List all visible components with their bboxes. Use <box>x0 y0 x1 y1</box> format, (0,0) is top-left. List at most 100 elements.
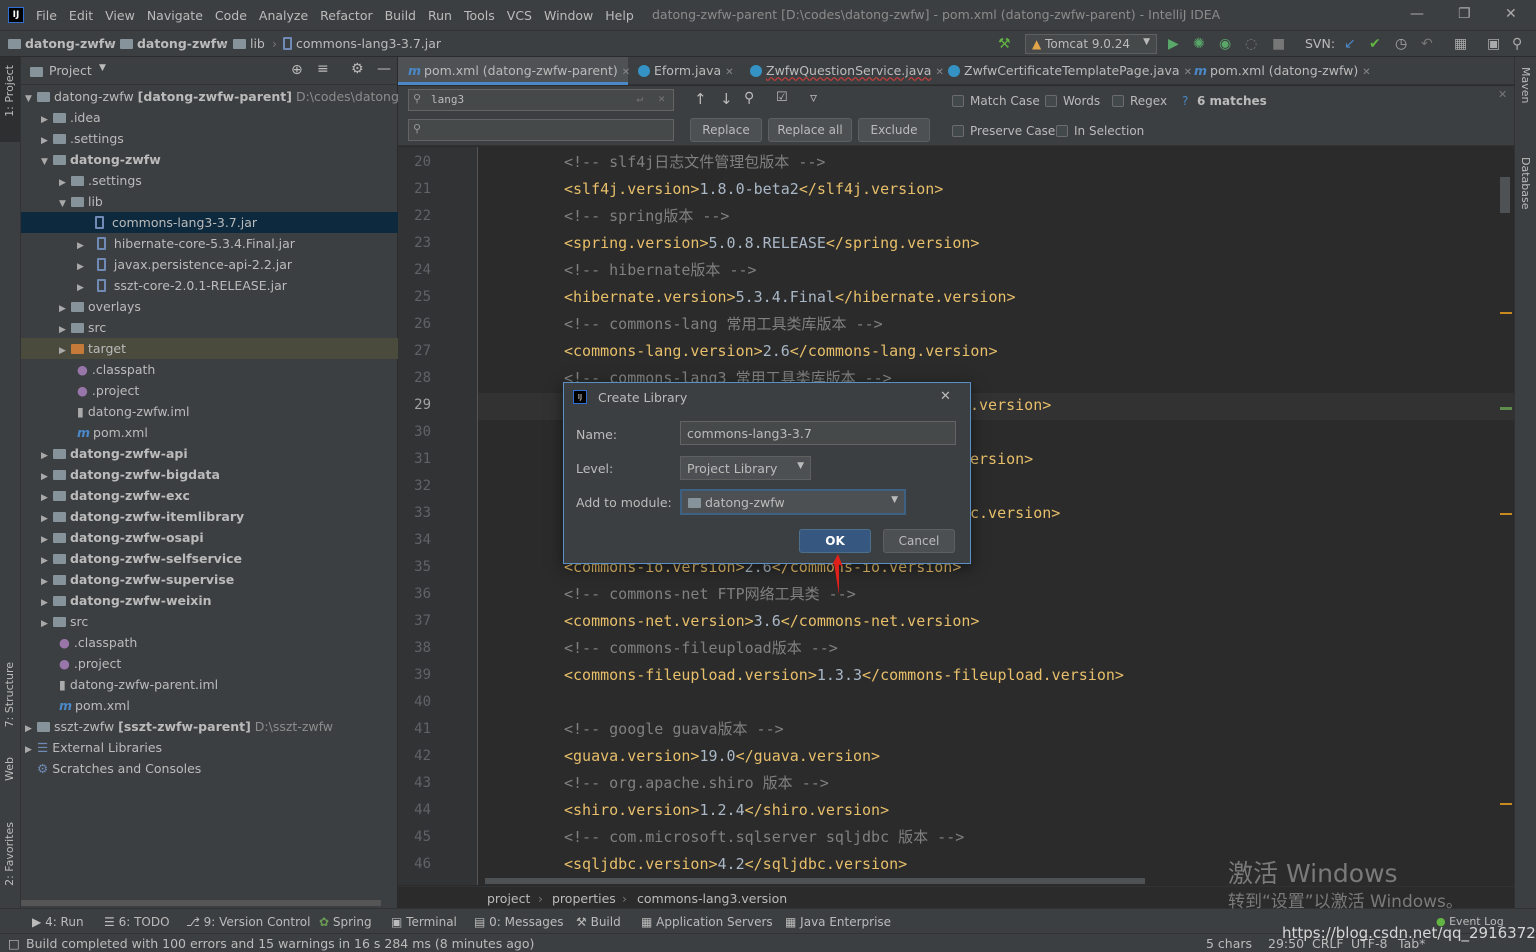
close-window-icon[interactable]: ✕ <box>1505 6 1517 22</box>
change-marker[interactable] <box>1500 407 1512 410</box>
close-tab-icon[interactable]: ✕ <box>1184 67 1192 78</box>
tree-row-hibernate-jar[interactable]: ▶ hibernate-core-5.3.4.Final.jar <box>21 233 398 254</box>
tab-question-service[interactable]: ZwfwQuestionService.java ✕ <box>748 57 944 85</box>
cancel-button[interactable]: Cancel <box>883 529 955 553</box>
tree-row-target[interactable]: ▶ target <box>21 338 398 359</box>
minimize-icon[interactable]: — <box>1410 6 1424 22</box>
tool-tab-maven[interactable]: Maven <box>1519 67 1532 103</box>
vertical-scrollbar[interactable] <box>1500 177 1510 213</box>
close-tab-icon[interactable]: ✕ <box>1362 67 1370 78</box>
tool-run[interactable]: ▶ 4: Run <box>32 915 84 929</box>
nav-crumb-jar[interactable]: commons-lang3-3.7.jar <box>283 36 441 51</box>
tool-version-control[interactable]: ⎇ 9: Version Control <box>186 915 310 929</box>
next-occurrence-icon[interactable]: ↓ <box>720 90 733 108</box>
tree-row-supervise[interactable]: ▶ datong-zwfw-supervise <box>21 569 398 590</box>
dialog-titlebar[interactable]: IJ Create Library ✕ <box>564 383 970 413</box>
match-marker[interactable] <box>1500 312 1512 314</box>
menu-navigate[interactable]: Navigate <box>147 8 203 23</box>
library-name-input[interactable]: commons-lang3-3.7 <box>680 421 956 445</box>
profile-icon[interactable]: ◌ <box>1245 36 1257 52</box>
line-number[interactable]: 38 <box>398 640 431 656</box>
build-hammer-icon[interactable]: ⚒ <box>998 36 1011 52</box>
line-number[interactable]: 41 <box>398 721 431 737</box>
tab-pom-module[interactable]: m pom.xml (datong-zwfw) ✕ <box>1192 57 1371 85</box>
svn-commit-icon[interactable]: ✔ <box>1369 36 1381 52</box>
close-tab-icon[interactable]: ✕ <box>935 67 943 78</box>
match-marker[interactable] <box>1500 513 1512 515</box>
tree-row-osapi[interactable]: ▶ datong-zwfw-osapi <box>21 527 398 548</box>
run-configuration-select[interactable]: ▲ Tomcat 9.0.24 ▼ <box>1025 34 1157 54</box>
tree-row-root-classpath[interactable]: ● .classpath <box>21 632 398 653</box>
history-icon[interactable]: ◷ <box>1395 36 1407 52</box>
close-tab-icon[interactable]: ✕ <box>725 67 733 78</box>
tree-row-selfservice[interactable]: ▶ datong-zwfw-selfservice <box>21 548 398 569</box>
tab-eform[interactable]: Eform.java ✕ <box>636 57 734 85</box>
tree-row-root-iml[interactable]: ▮ datong-zwfw-parent.iml <box>21 674 398 695</box>
tree-row-exc[interactable]: ▶ datong-zwfw-exc <box>21 485 398 506</box>
tool-tab-structure[interactable]: 7: Structure <box>3 662 16 727</box>
project-structure-icon[interactable]: ▦ <box>1454 36 1467 52</box>
crumb-property[interactable]: commons-lang3.version <box>637 891 787 906</box>
line-number[interactable]: 22 <box>398 208 431 224</box>
tree-row-iml[interactable]: ▮ datong-zwfw.iml <box>21 401 398 422</box>
line-number[interactable]: 35 <box>398 559 431 575</box>
nav-crumb-module[interactable]: datong-zwfw <box>120 36 228 51</box>
tree-row-bigdata[interactable]: ▶ datong-zwfw-bigdata <box>21 464 398 485</box>
tree-row-javax-persistence-jar[interactable]: ▶ javax.persistence-api-2.2.jar <box>21 254 398 275</box>
match-case-checkbox[interactable]: Match Case <box>952 94 1040 108</box>
tree-row-root-pom[interactable]: m pom.xml <box>21 695 398 716</box>
chevron-down-icon[interactable]: ▼ <box>99 63 106 73</box>
line-number[interactable]: 40 <box>398 694 431 710</box>
line-number[interactable]: 42 <box>398 748 431 764</box>
preserve-case-checkbox[interactable]: Preserve Case <box>952 124 1055 138</box>
horizontal-scrollbar[interactable] <box>21 900 381 906</box>
locate-icon[interactable]: ⊕ <box>291 62 303 78</box>
tree-row-api[interactable]: ▶ datong-zwfw-api <box>21 443 398 464</box>
stop-icon[interactable]: ■ <box>1272 36 1285 52</box>
line-number[interactable]: 23 <box>398 235 431 251</box>
close-tab-icon[interactable]: ✕ <box>622 67 630 78</box>
tree-row-overlays[interactable]: ▶ overlays <box>21 296 398 317</box>
tool-tab-database[interactable]: Database <box>1519 157 1532 210</box>
line-number[interactable]: 21 <box>398 181 431 197</box>
tree-row-classpath[interactable]: ● .classpath <box>21 359 398 380</box>
previous-occurrence-icon[interactable]: ↑ <box>694 90 707 108</box>
line-number[interactable]: 39 <box>398 667 431 683</box>
tree-row-settings-2[interactable]: ▶ .settings <box>21 170 398 191</box>
in-selection-checkbox[interactable]: In Selection <box>1056 124 1144 138</box>
tab-pom-parent[interactable]: m pom.xml (datong-zwfw-parent) ✕ <box>398 57 630 85</box>
find-all-icon[interactable]: ⚲ <box>744 90 754 106</box>
menu-help[interactable]: Help <box>605 8 634 23</box>
tree-row-weixin[interactable]: ▶ datong-zwfw-weixin <box>21 590 398 611</box>
tree-row-project-file[interactable]: ● .project <box>21 380 398 401</box>
tree-row-lib[interactable]: ▼ lib <box>21 191 398 212</box>
filter-icon[interactable]: ▿ <box>810 90 817 106</box>
tool-tab-web[interactable]: Web <box>3 757 16 781</box>
tree-row-scratches[interactable]: ⚙ Scratches and Consoles <box>21 758 398 779</box>
menu-tools[interactable]: Tools <box>464 8 495 23</box>
hide-icon[interactable]: — <box>377 61 391 77</box>
search-everywhere-icon[interactable]: ⚲ <box>1512 36 1522 52</box>
maximize-icon[interactable]: ❐ <box>1458 6 1471 22</box>
status-message[interactable]: Build completed with 100 errors and 15 w… <box>26 936 534 951</box>
tool-tab-favorites[interactable]: 2: Favorites <box>3 822 16 886</box>
line-number[interactable]: 28 <box>398 370 431 386</box>
menu-run[interactable]: Run <box>428 8 452 23</box>
crumb-project[interactable]: project <box>487 891 530 906</box>
exclude-button[interactable]: Exclude <box>858 118 930 142</box>
tool-application-servers[interactable]: ▦ Application Servers <box>641 915 773 929</box>
menu-refactor[interactable]: Refactor <box>320 8 372 23</box>
revert-icon[interactable]: ↶ <box>1421 36 1433 52</box>
tool-tab-project[interactable]: 1: Project <box>3 65 16 117</box>
menu-analyze[interactable]: Analyze <box>259 8 308 23</box>
line-number[interactable]: 43 <box>398 775 431 791</box>
line-number[interactable]: 25 <box>398 289 431 305</box>
run-icon[interactable]: ▶ <box>1168 36 1179 52</box>
line-number[interactable]: 46 <box>398 856 431 872</box>
line-number[interactable]: 45 <box>398 829 431 845</box>
line-number[interactable]: 31 <box>398 451 431 467</box>
collapse-all-icon[interactable]: ≡ <box>317 61 329 77</box>
tree-row-root-project[interactable]: ● .project <box>21 653 398 674</box>
menu-code[interactable]: Code <box>215 8 247 23</box>
tool-java-enterprise[interactable]: ▦ Java Enterprise <box>785 915 891 929</box>
